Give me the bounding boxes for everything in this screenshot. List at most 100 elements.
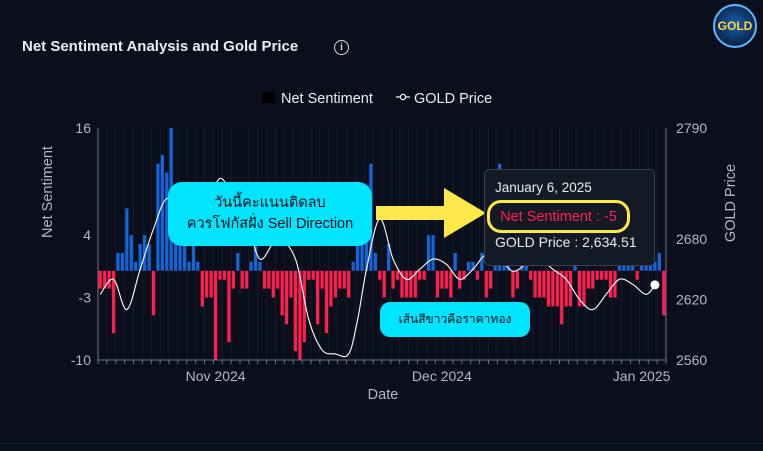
sentiment-bar [489, 270, 493, 289]
y2-tick-label: 2680 [676, 231, 707, 247]
sentiment-bar [116, 252, 120, 271]
sentiment-bar [218, 270, 222, 280]
sentiment-bar [395, 270, 400, 280]
sentiment-bar [608, 270, 613, 298]
sentiment-bar [480, 252, 484, 271]
sentiment-bar [582, 270, 586, 307]
sentiment-bar [98, 270, 102, 289]
sentiment-bar [440, 270, 444, 289]
sentiment-bar [151, 270, 156, 316]
sentiment-bar [595, 270, 599, 280]
divider [0, 443, 763, 444]
sentiment-bar [431, 235, 435, 271]
sentiment-bar [484, 270, 488, 298]
tooltip-sentiment: Net Sentiment : -5 [487, 200, 630, 233]
y2-axis-label: GOLD Price [723, 164, 739, 242]
sentiment-bar [560, 270, 564, 325]
x-axis-label: Date [368, 387, 399, 403]
y2-tick-label: 2560 [676, 352, 707, 368]
sentiment-bar [227, 270, 231, 343]
y-tick-label: -3 [79, 290, 92, 306]
sentiment-bar [191, 244, 196, 271]
y-tick-label: 16 [75, 120, 91, 136]
y-tick-label: 4 [83, 227, 91, 243]
sentiment-note-callout: วันนี้คะแนนติดลบ ควรโฟกัสฝั่ง Sell Direc… [168, 182, 372, 246]
sentiment-bar [422, 270, 426, 280]
x-tick-label: Dec 2024 [412, 368, 472, 384]
sentiment-bar [125, 208, 129, 271]
chart-legend: Net Sentiment GOLD Price [262, 91, 492, 107]
legend-label-net-sentiment: Net Sentiment [281, 91, 373, 107]
sentiment-bar [382, 270, 386, 298]
sentiment-bar [511, 270, 515, 298]
legend-swatch-net-sentiment [262, 92, 275, 103]
gold-line-note-callout: เส้นสีขาวคือราคาทอง [380, 302, 530, 337]
tooltip-date: January 6, 2025 [495, 180, 592, 195]
x-tick-label: Nov 2024 [186, 368, 246, 384]
sentiment-bar [134, 261, 138, 271]
sentiment-bar [311, 270, 315, 280]
sentiment-bar [555, 270, 559, 307]
sentiment-bar [586, 270, 590, 289]
legend-label-gold-price: GOLD Price [414, 91, 492, 107]
sentiment-note-line1: วันนี้คะแนนติดลบ [214, 195, 326, 211]
sentiment-bar [262, 270, 267, 289]
y-axis-label: Net Sentiment [40, 146, 56, 238]
sentiment-bar [267, 270, 271, 289]
sentiment-bar [551, 270, 555, 307]
sentiment-bar [409, 270, 413, 298]
x-tick-label: Jan 2025 [613, 368, 671, 384]
sentiment-bar [453, 252, 457, 271]
gold-price-marker [650, 280, 660, 290]
sentiment-bar [662, 270, 666, 316]
sentiment-bar [568, 270, 573, 307]
sentiment-bar [342, 270, 346, 289]
sentiment-bar [546, 270, 551, 307]
legend-marker-gold-price [399, 93, 407, 101]
sentiment-bar [160, 154, 164, 271]
sentiment-bar [537, 270, 542, 298]
sentiment-bar [533, 270, 537, 298]
sentiment-bar [355, 244, 360, 271]
sentiment-bar [120, 252, 125, 271]
sentiment-bar [449, 270, 453, 298]
sentiment-bar [307, 270, 311, 280]
sentiment-bar [249, 261, 253, 271]
sentiment-bar [231, 270, 235, 289]
sentiment-bar [529, 270, 533, 280]
sentiment-bar [293, 270, 298, 352]
y2-tick-label: 2620 [676, 292, 707, 308]
y2-tick-label: 2790 [676, 120, 707, 136]
sentiment-bar [515, 270, 519, 289]
sentiment-bar [338, 270, 342, 289]
sentiment-bar [604, 270, 608, 280]
sentiment-bar [333, 270, 338, 298]
sentiment-bar [182, 244, 187, 271]
sentiment-bar [391, 270, 395, 289]
sentiment-bar [373, 252, 377, 271]
sentiment-bar [129, 235, 133, 271]
sentiment-bar [147, 244, 151, 271]
sentiment-bar [347, 270, 351, 298]
sentiment-bar [209, 270, 213, 298]
sentiment-bar [542, 270, 546, 298]
sentiment-bar [404, 270, 409, 298]
sentiment-bar [435, 270, 440, 298]
sentiment-bar [426, 235, 431, 271]
sentiment-bar [205, 270, 209, 298]
sentiment-bar [240, 270, 244, 289]
chart-tooltip: January 6, 2025 Net Sentiment : -5 GOLD … [484, 169, 655, 266]
sentiment-bar [236, 252, 240, 271]
sentiment-bar [351, 261, 355, 271]
sentiment-bar [213, 270, 218, 360]
y-tick-label: -10 [71, 352, 91, 368]
sentiment-bar [600, 270, 604, 280]
sentiment-bar [444, 270, 448, 289]
sentiment-bar [222, 270, 227, 280]
sentiment-bar [200, 270, 204, 307]
sentiment-bar [196, 261, 200, 271]
sentiment-bar [418, 270, 422, 280]
sentiment-bar [320, 270, 324, 289]
sentiment-note-line2: ควรโฟกัสฝั่ง Sell Direction [186, 216, 354, 232]
sentiment-bar [329, 270, 333, 307]
